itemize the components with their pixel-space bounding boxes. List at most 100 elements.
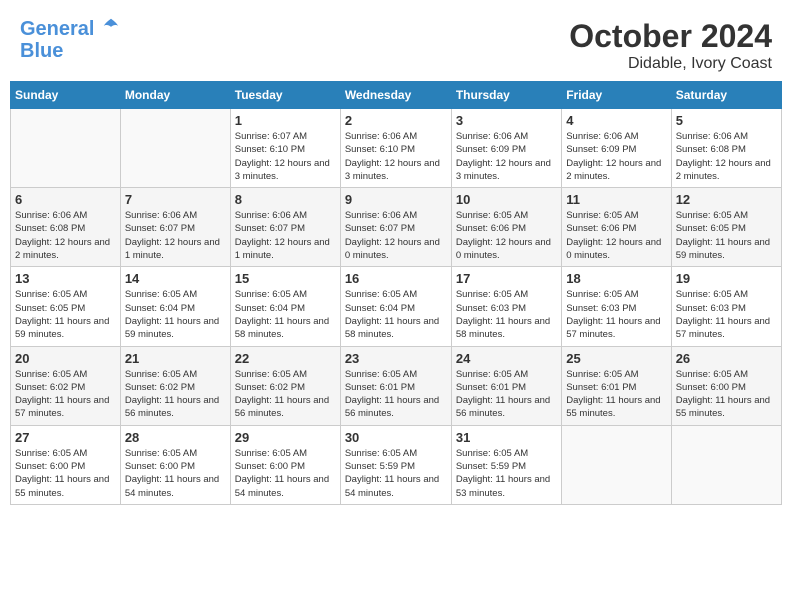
day-info: Sunrise: 6:05 AM Sunset: 6:02 PM Dayligh…: [235, 368, 336, 421]
logo-bird-icon: [102, 17, 120, 35]
calendar-cell: 6 Sunrise: 6:06 AM Sunset: 6:08 PM Daylig…: [11, 188, 121, 267]
day-info: Sunrise: 6:05 AM Sunset: 6:06 PM Dayligh…: [456, 209, 557, 262]
day-info: Sunrise: 6:07 AM Sunset: 6:10 PM Dayligh…: [235, 130, 336, 183]
calendar-cell: 30Sunrise: 6:05 AM Sunset: 5:59 PM Dayli…: [340, 425, 451, 504]
calendar-cell: 19 Sunrise: 6:05 AM Sunset: 6:03 PM Dayli…: [671, 267, 781, 346]
calendar-cell: 27 Sunrise: 6:05 AM Sunset: 6:00 PM Dayli…: [11, 425, 121, 504]
weekday-header-monday: Monday: [120, 82, 230, 109]
calendar-cell: [562, 425, 671, 504]
day-number: 23: [345, 351, 447, 366]
page-header: General Blue October 2024 Didable, Ivory…: [10, 10, 782, 77]
calendar-cell: 3Sunrise: 6:06 AM Sunset: 6:09 PM Daylig…: [451, 109, 561, 188]
day-number: 26: [676, 351, 777, 366]
calendar-cell: 1Sunrise: 6:07 AM Sunset: 6:10 PM Daylig…: [230, 109, 340, 188]
day-info: Sunrise: 6:06 AM Sunset: 6:07 PM Dayligh…: [345, 209, 447, 262]
day-number: 6: [15, 192, 116, 207]
day-number: 14: [125, 271, 226, 286]
day-number: 19: [676, 271, 777, 286]
day-number: 8: [235, 192, 336, 207]
day-info: Sunrise: 6:05 AM Sunset: 6:05 PM Dayligh…: [15, 288, 116, 341]
day-info: Sunrise: 6:05 AM Sunset: 6:02 PM Dayligh…: [125, 368, 226, 421]
day-number: 27: [15, 430, 116, 445]
calendar-week-3: 13Sunrise: 6:05 AM Sunset: 6:05 PM Dayli…: [11, 267, 782, 346]
day-info: Sunrise: 6:05 AM Sunset: 6:03 PM Dayligh…: [456, 288, 557, 341]
day-number: 17: [456, 271, 557, 286]
calendar-cell: 18 Sunrise: 6:05 AM Sunset: 6:03 PM Dayli…: [562, 267, 671, 346]
day-number: 25: [566, 351, 666, 366]
calendar-cell: 10Sunrise: 6:05 AM Sunset: 6:06 PM Dayli…: [451, 188, 561, 267]
day-info: Sunrise: 6:05 AM Sunset: 6:03 PM Dayligh…: [566, 288, 666, 341]
day-info: Sunrise: 6:05 AM Sunset: 6:01 PM Dayligh…: [566, 368, 666, 421]
weekday-header-friday: Friday: [562, 82, 671, 109]
logo-line1: General: [20, 18, 94, 40]
day-info: Sunrise: 6:05 AM Sunset: 6:04 PM Dayligh…: [345, 288, 447, 341]
logo-line2-text: Blue: [20, 40, 120, 62]
location-heading: Didable, Ivory Coast: [569, 55, 772, 73]
day-number: 2: [345, 113, 447, 128]
calendar-cell: 26Sunrise: 6:05 AM Sunset: 6:00 PM Dayli…: [671, 346, 781, 425]
day-number: 29: [235, 430, 336, 445]
calendar-cell: 21 Sunrise: 6:05 AM Sunset: 6:02 PM Dayli…: [120, 346, 230, 425]
logo: General Blue: [20, 18, 120, 62]
day-info: Sunrise: 6:05 AM Sunset: 6:03 PM Dayligh…: [676, 288, 777, 341]
calendar-table: SundayMondayTuesdayWednesdayThursdayFrid…: [10, 81, 782, 505]
day-number: 18: [566, 271, 666, 286]
calendar-cell: 28 Sunrise: 6:05 AM Sunset: 6:00 PM Dayli…: [120, 425, 230, 504]
calendar-cell: 17 Sunrise: 6:05 AM Sunset: 6:03 PM Dayli…: [451, 267, 561, 346]
day-info: Sunrise: 6:05 AM Sunset: 6:06 PM Dayligh…: [566, 209, 666, 262]
day-info: Sunrise: 6:05 AM Sunset: 6:00 PM Dayligh…: [235, 447, 336, 500]
day-info: Sunrise: 6:06 AM Sunset: 6:08 PM Dayligh…: [15, 209, 116, 262]
calendar-week-5: 27 Sunrise: 6:05 AM Sunset: 6:00 PM Dayli…: [11, 425, 782, 504]
calendar-cell: 8Sunrise: 6:06 AM Sunset: 6:07 PM Daylig…: [230, 188, 340, 267]
day-number: 15: [235, 271, 336, 286]
calendar-cell: 22 Sunrise: 6:05 AM Sunset: 6:02 PM Dayli…: [230, 346, 340, 425]
calendar-week-2: 6 Sunrise: 6:06 AM Sunset: 6:08 PM Daylig…: [11, 188, 782, 267]
calendar-cell: 2 Sunrise: 6:06 AM Sunset: 6:10 PM Daylig…: [340, 109, 451, 188]
day-info: Sunrise: 6:06 AM Sunset: 6:10 PM Dayligh…: [345, 130, 447, 183]
day-info: Sunrise: 6:05 AM Sunset: 5:59 PM Dayligh…: [456, 447, 557, 500]
day-number: 30: [345, 430, 447, 445]
calendar-cell: 15Sunrise: 6:05 AM Sunset: 6:04 PM Dayli…: [230, 267, 340, 346]
calendar-cell: 12Sunrise: 6:05 AM Sunset: 6:05 PM Dayli…: [671, 188, 781, 267]
calendar-cell: 31 Sunrise: 6:05 AM Sunset: 5:59 PM Dayli…: [451, 425, 561, 504]
day-info: Sunrise: 6:05 AM Sunset: 6:00 PM Dayligh…: [15, 447, 116, 500]
weekday-header-sunday: Sunday: [11, 82, 121, 109]
calendar-week-4: 20 Sunrise: 6:05 AM Sunset: 6:02 PM Dayli…: [11, 346, 782, 425]
month-heading: October 2024: [569, 18, 772, 55]
calendar-cell: 24Sunrise: 6:05 AM Sunset: 6:01 PM Dayli…: [451, 346, 561, 425]
weekday-header-wednesday: Wednesday: [340, 82, 451, 109]
day-info: Sunrise: 6:06 AM Sunset: 6:08 PM Dayligh…: [676, 130, 777, 183]
calendar-cell: 9 Sunrise: 6:06 AM Sunset: 6:07 PM Daylig…: [340, 188, 451, 267]
day-number: 31: [456, 430, 557, 445]
logo-text: General: [20, 18, 120, 40]
day-number: 3: [456, 113, 557, 128]
day-number: 11: [566, 192, 666, 207]
day-number: 28: [125, 430, 226, 445]
calendar-cell: 29 Sunrise: 6:05 AM Sunset: 6:00 PM Dayli…: [230, 425, 340, 504]
weekday-header-saturday: Saturday: [671, 82, 781, 109]
day-number: 7: [125, 192, 226, 207]
weekday-header-row: SundayMondayTuesdayWednesdayThursdayFrid…: [11, 82, 782, 109]
day-info: Sunrise: 6:06 AM Sunset: 6:09 PM Dayligh…: [566, 130, 666, 183]
day-info: Sunrise: 6:05 AM Sunset: 6:05 PM Dayligh…: [676, 209, 777, 262]
calendar-cell: 7 Sunrise: 6:06 AM Sunset: 6:07 PM Daylig…: [120, 188, 230, 267]
day-number: 22: [235, 351, 336, 366]
day-info: Sunrise: 6:05 AM Sunset: 6:01 PM Dayligh…: [456, 368, 557, 421]
day-number: 20: [15, 351, 116, 366]
day-number: 16: [345, 271, 447, 286]
calendar-cell: 13Sunrise: 6:05 AM Sunset: 6:05 PM Dayli…: [11, 267, 121, 346]
calendar-cell: 5Sunrise: 6:06 AM Sunset: 6:08 PM Daylig…: [671, 109, 781, 188]
calendar-cell: 16 Sunrise: 6:05 AM Sunset: 6:04 PM Dayli…: [340, 267, 451, 346]
day-info: Sunrise: 6:05 AM Sunset: 6:01 PM Dayligh…: [345, 368, 447, 421]
day-number: 9: [345, 192, 447, 207]
calendar-cell: 14Sunrise: 6:05 AM Sunset: 6:04 PM Dayli…: [120, 267, 230, 346]
calendar-cell: 4 Sunrise: 6:06 AM Sunset: 6:09 PM Daylig…: [562, 109, 671, 188]
day-info: Sunrise: 6:06 AM Sunset: 6:07 PM Dayligh…: [125, 209, 226, 262]
calendar-cell: [11, 109, 121, 188]
calendar-cell: 25 Sunrise: 6:05 AM Sunset: 6:01 PM Dayli…: [562, 346, 671, 425]
day-info: Sunrise: 6:05 AM Sunset: 6:00 PM Dayligh…: [125, 447, 226, 500]
calendar-cell: 11 Sunrise: 6:05 AM Sunset: 6:06 PM Dayli…: [562, 188, 671, 267]
day-number: 21: [125, 351, 226, 366]
day-number: 4: [566, 113, 666, 128]
weekday-header-tuesday: Tuesday: [230, 82, 340, 109]
